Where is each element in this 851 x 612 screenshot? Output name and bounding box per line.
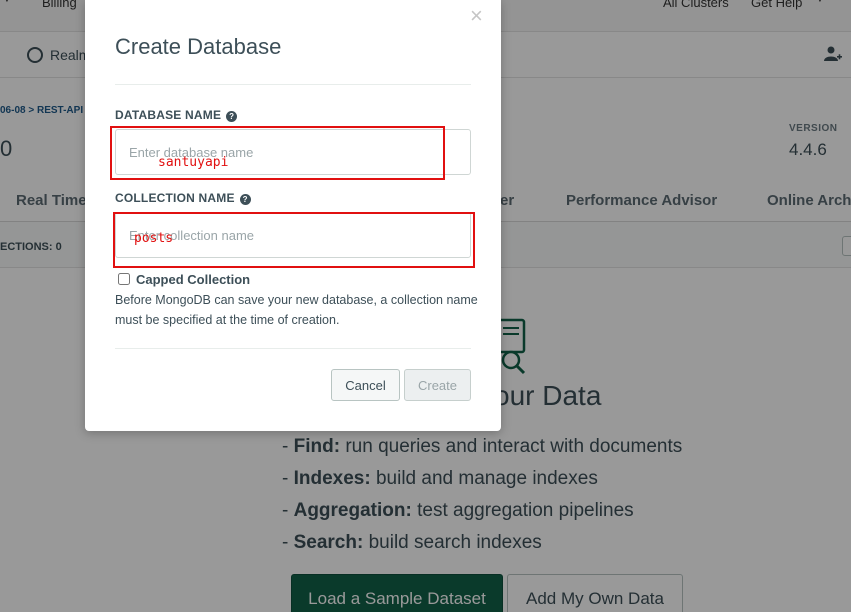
modal-title: Create Database [115,34,282,59]
create-database-modal: × Create Database DATABASE NAME? COLLECT… [85,0,501,431]
annotation-text-collection: posts [134,231,174,246]
help-text: Before MongoDB can save your new databas… [115,293,478,327]
divider [115,348,471,349]
capped-collection-checkbox[interactable] [118,273,130,285]
database-name-label: DATABASE NAME? [115,108,238,122]
cancel-button[interactable]: Cancel [331,369,400,401]
capped-collection-row[interactable]: Capped Collection [118,272,250,287]
create-button[interactable]: Create [404,369,471,401]
divider [115,84,471,85]
database-name-label-text: DATABASE NAME [115,108,222,122]
info-icon[interactable]: ? [226,111,238,122]
annotation-text-database: santuyapi [158,155,229,170]
collection-name-label: COLLECTION NAME? [115,191,251,205]
close-icon[interactable]: × [470,3,483,29]
info-icon[interactable]: ? [239,194,251,205]
collection-name-label-text: COLLECTION NAME [115,191,235,205]
capped-collection-label: Capped Collection [136,272,251,287]
